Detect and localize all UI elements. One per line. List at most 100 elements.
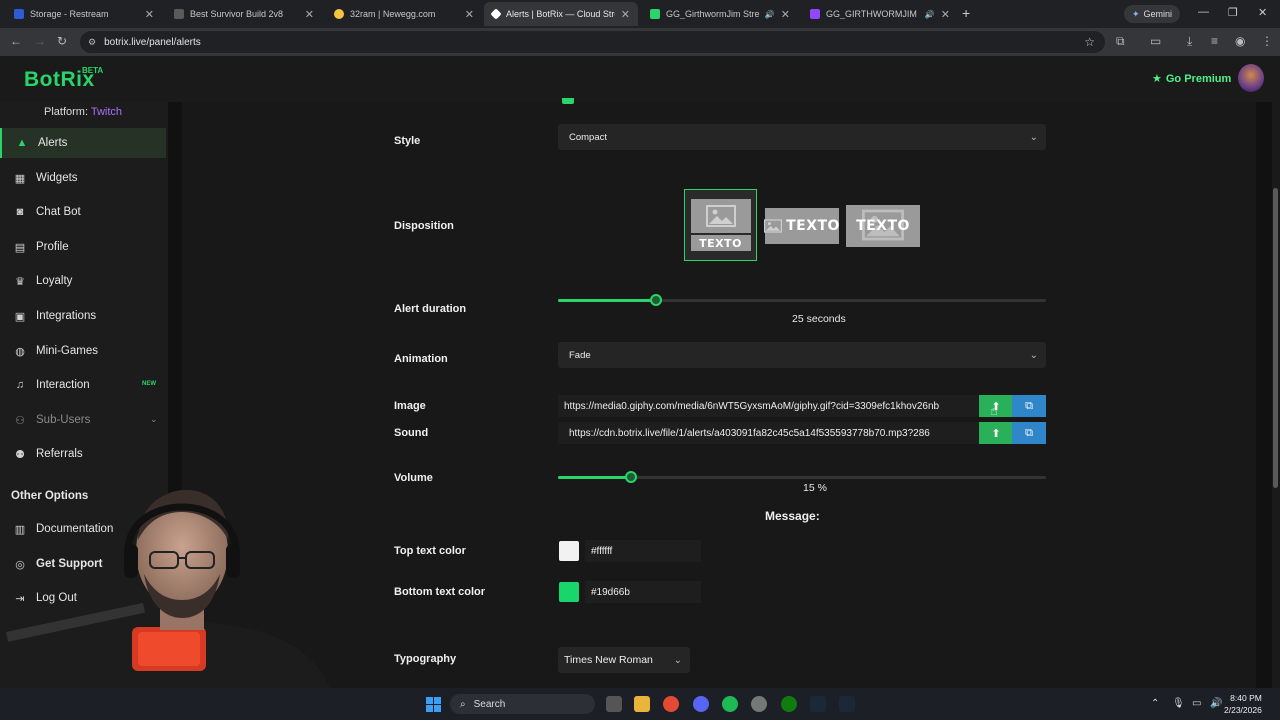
spotify-icon[interactable] [722,696,738,712]
sidebar-item-label: Integrations [36,310,97,322]
alert-duration-value: 25 [792,313,804,325]
volume-slider[interactable] [558,471,1046,483]
site-info-icon[interactable]: ⚙ [88,37,96,48]
disposition-option-side[interactable]: TEXTO [764,208,839,244]
sidebar-item-alerts[interactable]: ▲ Alerts [0,128,166,158]
style-select[interactable]: Compact ⌄ [558,124,1046,150]
upload-sound-button[interactable]: ⬆ [979,422,1013,444]
speaker-icon[interactable]: 🔊 [765,10,775,19]
close-tab-icon[interactable]: ✕ [465,8,474,21]
menu-icon[interactable]: ⋮ [1261,34,1273,48]
slider-handle[interactable] [625,471,637,483]
warning-icon: ▲ [16,137,28,149]
disposition-label: Disposition [394,220,454,232]
sound-library-button[interactable]: ⧉ [1012,422,1046,444]
browser-tab-survivor[interactable]: Best Survivor Build 2v8 ✕ [166,2,322,26]
address-bar[interactable]: ⚙ botrix.live/panel/alerts ☆ [80,31,1105,53]
bookmark-star-icon[interactable]: ☆ [1084,35,1095,49]
sidebar-item-label: Interaction [36,379,90,391]
image-library-button[interactable]: ⧉ [1012,395,1046,417]
new-tab-button[interactable]: + [962,5,970,21]
image-url-field[interactable]: https://media0.giphy.com/media/6nWT5Gyxs… [558,395,980,417]
profile-icon[interactable]: ◉ [1235,34,1245,48]
steam-icon[interactable] [810,696,826,712]
star-icon: ★ [1152,73,1162,85]
typography-select[interactable]: Times New Roman ⌄ [558,647,690,673]
obs-icon[interactable] [751,696,767,712]
microphone-icon[interactable]: 🎙 [1172,698,1185,709]
top-text-color-label: Top text color [394,545,466,557]
download-icon[interactable]: ⤓ [1187,34,1192,49]
gemini-button[interactable]: ✦ Gemini [1124,5,1181,23]
windows-start-icon[interactable] [426,697,441,712]
browser-tab-kick[interactable]: GG_GirthwormJim Stream 🔊 ✕ [642,2,798,26]
taskbar-search[interactable]: ⌕ Search [450,694,595,714]
close-tab-icon[interactable]: ✕ [145,8,154,21]
taskbar-clock[interactable]: 8:40 PM 2/23/2026 [1224,692,1262,716]
browser-tab-twitch[interactable]: GG_GIRTHWORMJIM - Twit 🔊 ✕ [802,2,958,26]
close-tab-icon[interactable]: ✕ [305,8,314,21]
sidebar-item-sub-users[interactable]: ⚇ Sub-Users ⌄ [0,405,166,435]
new-badge: NEW [142,381,156,387]
top-text-color-input[interactable]: #ffffff [585,540,701,562]
reload-icon[interactable]: ↻ [57,34,67,48]
chevron-down-icon[interactable]: ⌄ [150,414,158,425]
file-explorer-icon[interactable] [634,696,650,712]
active-alert-checkbox[interactable] [562,98,574,104]
go-premium-label: Go Premium [1165,72,1232,85]
discord-icon[interactable] [693,696,709,712]
sidebar-item-integrations[interactable]: ▣ Integrations [0,301,166,331]
extensions-icon[interactable]: ⧉ [1116,34,1125,49]
sidebar-item-referrals[interactable]: ⚉ Referrals [0,439,166,469]
close-window-icon[interactable]: ✕ [1258,6,1267,19]
close-tab-icon[interactable]: ✕ [621,8,630,21]
volume-icon[interactable]: 🔊 [1210,698,1222,709]
sidebar-item-profile[interactable]: ▤ Profile [0,232,166,262]
volume-unit: % [817,482,827,494]
forward-arrow-icon[interactable]: → [34,34,46,48]
restore-icon[interactable]: ❐ [1228,6,1238,19]
sidebar-item-mini-games[interactable]: ◍ Mini-Games [0,336,166,366]
minimize-icon[interactable]: — [1198,6,1209,18]
tab-search-icon[interactable]: ≡ [1211,34,1218,48]
bottom-text-color-input[interactable]: #19d66b [585,581,701,603]
botrix-favicon-icon [490,8,502,20]
slider-handle[interactable] [650,294,662,306]
top-text-color-swatch[interactable] [559,541,579,561]
mouse-pointer-icon: ☝ [990,403,998,418]
speaker-icon[interactable]: 🔊 [925,10,935,19]
network-icon[interactable]: ▭ [1192,698,1201,709]
site-favicon-icon [174,9,184,19]
platform-indicator: Platform: Twitch [44,106,122,118]
task-view-icon[interactable] [606,696,622,712]
xbox-icon[interactable] [781,696,797,712]
sidebar-item-interaction[interactable]: ♫ Interaction NEW [0,370,166,400]
tray-chevron-icon[interactable]: ⌃ [1151,698,1159,709]
disposition-option-overlay[interactable]: TEXTO [846,205,920,247]
steam-app-icon[interactable] [839,696,855,712]
scrollbar-thumb[interactable] [1273,188,1278,488]
bottom-text-color-swatch[interactable] [559,582,579,602]
chrome-icon[interactable] [663,696,679,712]
browser-tab-newegg[interactable]: 32ram | Newegg.com ✕ [326,2,482,26]
sidebar-item-chat-bot[interactable]: ◙ Chat Bot [0,197,166,227]
cast-icon[interactable]: ▭ [1150,34,1161,48]
users-icon: ⚇ [15,414,25,427]
back-arrow-icon[interactable]: ← [10,34,22,48]
alert-duration-slider[interactable] [558,294,1046,306]
grid-icon: ▦ [14,172,26,185]
browser-tab-botrix[interactable]: Alerts | BotRix — Cloud Stream ✕ [484,2,638,26]
close-tab-icon[interactable]: ✕ [781,8,790,21]
avatar[interactable] [1238,64,1264,92]
sidebar-item-widgets[interactable]: ▦ Widgets [0,163,166,193]
clock-time: 8:40 PM [1230,693,1262,703]
close-tab-icon[interactable]: ✕ [941,8,950,21]
sidebar-item-loyalty[interactable]: ♛ Loyalty [0,266,166,296]
animation-select[interactable]: Fade ⌄ [558,342,1046,368]
sound-url-field[interactable]: https://cdn.botrix.live/file/1/alerts/a4… [558,422,980,444]
go-premium-button[interactable]: ★ Go Premium [1152,72,1232,86]
disposition-option-stacked[interactable]: TEXTO [684,189,757,261]
tab-title: Storage - Restream [30,9,109,19]
animation-value: Fade [569,349,591,361]
browser-tab-restream[interactable]: Storage - Restream ✕ [6,2,162,26]
